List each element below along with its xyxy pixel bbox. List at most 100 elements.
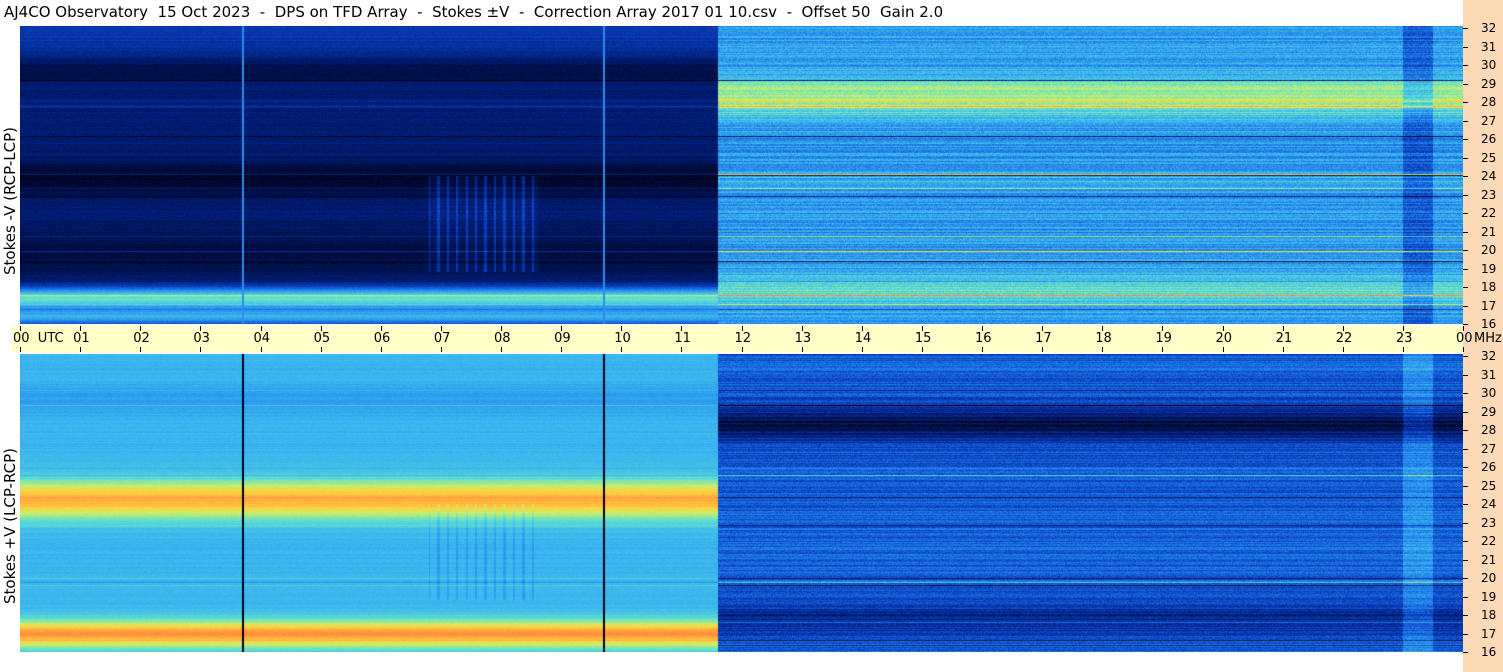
frequency-tick-label: 31: [1481, 368, 1497, 382]
utc-tick-mark: [381, 326, 382, 331]
utc-tick-label: 19: [1155, 331, 1172, 346]
utc-tick-mark: [321, 326, 322, 331]
utc-tick-mark: [140, 326, 141, 331]
utc-tick-mark: [621, 347, 622, 352]
frequency-tick-label: 18: [1481, 280, 1497, 294]
utc-tick-mark: [802, 326, 803, 331]
frequency-tick-mark: [1463, 634, 1468, 635]
utc-tick-label: 14: [854, 331, 872, 346]
utc-tick-mark: [561, 347, 562, 352]
utc-tick-mark: [742, 326, 743, 331]
utc-tick-label: 16: [975, 331, 992, 346]
utc-tick-label: 10: [614, 331, 631, 346]
frequency-tick-label: 23: [1481, 188, 1497, 202]
frequency-tick-label: 22: [1481, 206, 1497, 220]
frequency-tick-mark: [1463, 158, 1468, 159]
utc-tick-mark: [20, 326, 21, 331]
utc-tick-label: 11: [674, 331, 691, 346]
frequency-tick-mark: [1463, 102, 1468, 103]
frequency-tick-mark: [1463, 560, 1468, 561]
utc-tick-label: 05: [313, 331, 331, 346]
frequency-tick-label: 17: [1481, 627, 1497, 641]
frequency-tick-label: 25: [1481, 479, 1497, 493]
frequency-tick-mark: [1463, 541, 1468, 542]
frequency-tick-mark: [1463, 486, 1468, 487]
utc-tick-mark: [501, 326, 502, 331]
utc-tick-label: 20: [1215, 331, 1233, 346]
frequency-tick-mark: [1463, 430, 1468, 431]
frequency-tick-mark: [1463, 176, 1468, 177]
frequency-tick-mark: [1463, 504, 1468, 505]
utc-tick-label: 04: [253, 331, 271, 346]
frequency-unit-label: MHz: [1474, 331, 1502, 346]
utc-tick-mark: [742, 347, 743, 352]
frequency-tick-mark: [1463, 65, 1468, 66]
utc-tick-label: 12: [734, 331, 752, 346]
frequency-tick-label: 18: [1481, 608, 1497, 622]
frequency-tick-mark: [1463, 287, 1468, 288]
utc-tick-mark: [441, 347, 442, 352]
utc-tick-label: 02: [133, 331, 150, 346]
frequency-tick-label: 21: [1481, 553, 1497, 567]
frequency-tick-mark: [1463, 213, 1468, 214]
frequency-tick-label: 29: [1481, 77, 1497, 91]
utc-tick-label: 00 UTC: [13, 331, 64, 346]
frequency-tick-mark: [1463, 615, 1468, 616]
frequency-tick-label: 32: [1481, 349, 1497, 363]
utc-tick-label: 15: [914, 331, 932, 346]
utc-tick-mark: [1223, 326, 1224, 331]
frequency-tick-label: 29: [1481, 405, 1497, 419]
frequency-tick-label: 26: [1481, 460, 1497, 474]
frequency-tick-label: 28: [1481, 95, 1497, 109]
frequency-tick-label: 32: [1481, 21, 1497, 35]
utc-tick-label: 01: [73, 331, 90, 346]
frequency-tick-label: 30: [1481, 58, 1497, 72]
frequency-tick-label: 27: [1481, 442, 1497, 456]
ylabel-top: Stokes -V (RCP-LCP): [1, 127, 19, 275]
utc-tick-mark: [681, 347, 682, 352]
utc-tick-mark: [321, 347, 322, 352]
frequency-tick-label: 17: [1481, 299, 1497, 313]
chart-title: AJ4CO Observatory 15 Oct 2023 - DPS on T…: [4, 3, 944, 21]
frequency-tick-label: 19: [1481, 262, 1497, 276]
frequency-tick-label: 28: [1481, 423, 1497, 437]
frequency-tick-mark: [1463, 375, 1468, 376]
frequency-tick-label: 22: [1481, 534, 1497, 548]
utc-tick-mark: [982, 326, 983, 331]
utc-tick-mark: [1463, 326, 1464, 331]
frequency-tick-mark: [1463, 356, 1468, 357]
utc-tick-mark: [261, 347, 262, 352]
frequency-tick-label: 20: [1481, 571, 1497, 585]
utc-tick-mark: [1102, 347, 1103, 352]
frequency-tick-label: 25: [1481, 151, 1497, 165]
utc-tick-mark: [1283, 326, 1284, 331]
utc-tick-mark: [140, 347, 141, 352]
ylabel-bottom: Stokes +V (LCP-RCP): [1, 448, 19, 604]
spectrogram-bottom: [20, 354, 1463, 652]
frequency-tick-mark: [1463, 467, 1468, 468]
utc-tick-mark: [20, 347, 21, 352]
utc-tick-label: 07: [433, 331, 451, 346]
frequency-tick-label: 26: [1481, 132, 1497, 146]
utc-tick-mark: [1463, 347, 1464, 352]
utc-tick-mark: [80, 347, 81, 352]
utc-tick-label: 18: [1095, 331, 1112, 346]
frequency-tick-label: 27: [1481, 114, 1497, 128]
frequency-tick-mark: [1463, 578, 1468, 579]
frequency-tick-mark: [1463, 449, 1468, 450]
frequency-tick-mark: [1463, 306, 1468, 307]
utc-tick-label: 23: [1395, 331, 1413, 346]
frequency-tick-mark: [1463, 84, 1468, 85]
utc-tick-label: 13: [794, 331, 812, 346]
utc-tick-mark: [862, 326, 863, 331]
utc-tick-mark: [1042, 347, 1043, 352]
utc-tick-label: 09: [554, 331, 571, 346]
utc-tick-mark: [200, 326, 201, 331]
frequency-tick-mark: [1463, 47, 1468, 48]
frequency-tick-label: 19: [1481, 590, 1497, 604]
frequency-tick-mark: [1463, 652, 1468, 653]
utc-tick-mark: [1403, 326, 1404, 331]
frequency-tick-label: 24: [1481, 497, 1497, 511]
utc-tick-mark: [441, 326, 442, 331]
frequency-tick-label: 30: [1481, 386, 1497, 400]
